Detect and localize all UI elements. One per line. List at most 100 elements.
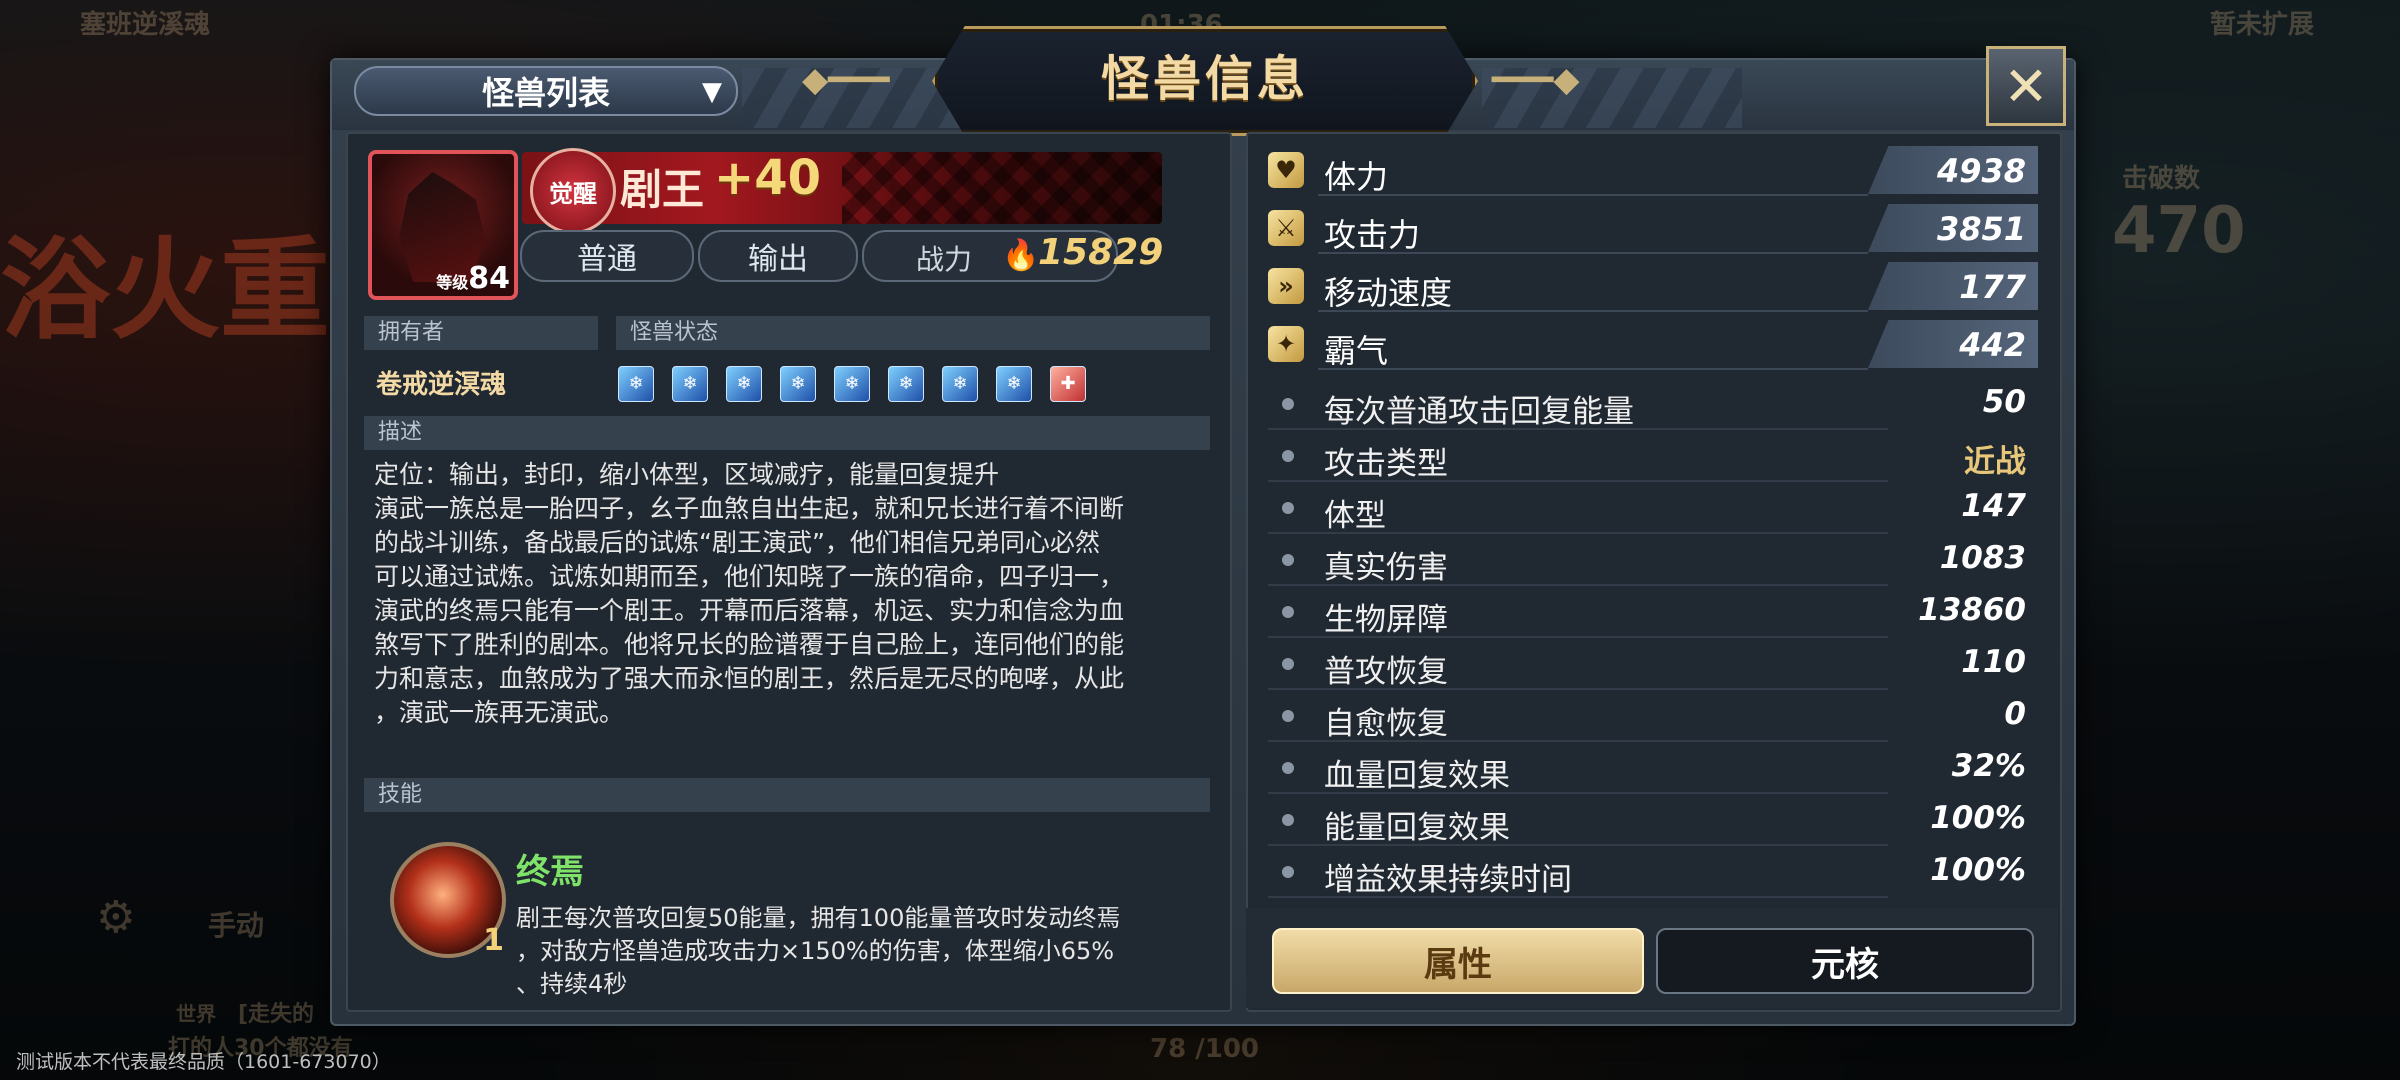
stat-value: 442 <box>1959 326 2026 364</box>
stat-value: 177 <box>1959 268 2026 306</box>
fire-icon: 🔥 <box>1002 238 1040 273</box>
owner-name: 卷戒逆溟魂 <box>376 370 507 400</box>
stats-panel[interactable]: ♥ 体力 4938 ⚔ 攻击力 3851 » 移动速度 177 ✦ 霸气 442 <box>1246 132 2062 1012</box>
status-icon-row: ❄ ❄ ❄ ❄ ❄ ❄ ❄ ❄ ✚ <box>618 366 1086 402</box>
stat-row: 能量回复效果 100% <box>1268 794 2038 846</box>
monster-plus-level: +40 <box>714 150 822 206</box>
bg-kill-value: 470 <box>2112 194 2246 268</box>
stat-value: 3851 <box>1936 210 2026 248</box>
bg-manual-label: 手动 <box>208 909 265 942</box>
claw-icon: ✦ <box>1268 326 1304 362</box>
frost-icon[interactable]: ❄ <box>834 366 870 402</box>
tab-core[interactable]: 元核 <box>1656 928 2034 994</box>
stat-divider <box>1318 310 1868 312</box>
monster-name: 剧王 <box>620 165 705 214</box>
stat-hp: ♥ 体力 4938 <box>1268 146 2038 196</box>
wing-ornament-left: ◆━━━ <box>802 60 890 100</box>
bg-chat-line1: [走失的 <box>238 1002 315 1027</box>
awaken-badge: 觉醒 <box>530 148 616 234</box>
frost-icon[interactable]: ❄ <box>726 366 762 402</box>
stat-divider <box>1318 194 1868 196</box>
stat-value: 13860 <box>1918 592 2026 628</box>
stat-value: 1083 <box>1939 540 2026 576</box>
monster-portrait[interactable]: 等级84 <box>368 150 518 300</box>
awaken-banner <box>522 152 1162 224</box>
power-label: 战力 <box>916 243 973 276</box>
bg-left-banner: 浴火重 <box>0 226 330 354</box>
monster-list-dropdown[interactable]: 怪兽列表 ▼ <box>354 66 738 116</box>
stat-value: 100% <box>1930 800 2026 836</box>
sword-icon: ⚔ <box>1268 210 1304 246</box>
bg-chat-tag: 世界 <box>176 1002 216 1026</box>
stat-label: 体力 <box>1324 158 1389 196</box>
stat-row: 体型 147 <box>1268 482 2038 534</box>
heart-icon: ♥ <box>1268 152 1304 188</box>
frost-icon[interactable]: ❄ <box>888 366 924 402</box>
description-section-header: 描述 <box>364 416 1210 450</box>
stat-label: 增益效果持续时间 <box>1324 862 1572 898</box>
skill-section-header: 技能 <box>364 778 1210 812</box>
power-value: 15829 <box>1038 232 1164 273</box>
stat-value: 近战 <box>1964 444 2026 480</box>
bullet-dot <box>1282 814 1294 826</box>
stat-label: 自愈恢复 <box>1324 706 1448 742</box>
monster-info-modal: ◆━━━ ━━━◆ 怪兽信息 怪兽列表 ▼ ✕ 等级84 觉醒 剧王 +40 普… <box>330 26 2076 1026</box>
bullet-dot <box>1282 866 1294 878</box>
stat-row: 真实伤害 1083 <box>1268 534 2038 586</box>
frost-icon[interactable]: ❄ <box>942 366 978 402</box>
desc-line: 演武一族总是一胎四子，幺子血煞自出生起，就和兄长进行着不间断 <box>374 494 1125 523</box>
stat-label: 能量回复效果 <box>1324 810 1510 846</box>
stat-move-speed: » 移动速度 177 <box>1268 262 2038 312</box>
bg-top-right-label: 暂未扩展 <box>2210 10 2315 40</box>
role-tag: 输出 <box>698 230 858 282</box>
desc-line: 演武的终焉只能有一个剧王。开幕而后落幕，机运、实力和信念为血 <box>374 596 1125 625</box>
stat-value: 32% <box>1951 748 2026 784</box>
monster-detail-panel: 等级84 觉醒 剧王 +40 普通 输出 战力 🔥 15829 拥有者 怪兽状态… <box>346 132 1232 1012</box>
stat-row: 自愈恢复 0 <box>1268 690 2038 742</box>
bg-kill-label: 击破数 <box>2122 164 2201 194</box>
level-value: 84 <box>468 261 510 296</box>
close-button[interactable]: ✕ <box>1986 46 2066 126</box>
description-text: 定位：输出，封印，缩小体型，区域减疗，能量回复提升 演武一族总是一胎四子，幺子血… <box>374 458 1194 730</box>
frost-icon[interactable]: ❄ <box>672 366 708 402</box>
stat-dominance: ✦ 霸气 442 <box>1268 320 2038 370</box>
role-line: 定位：输出，封印，缩小体型，区域减疗，能量回复提升 <box>374 460 1000 489</box>
frost-icon[interactable]: ❄ <box>780 366 816 402</box>
stat-value: 147 <box>1961 488 2026 524</box>
speed-icon: » <box>1268 268 1304 304</box>
stat-row: 增益效果持续时间 100% <box>1268 846 2038 898</box>
skill-name: 终焉 <box>516 852 584 892</box>
build-watermark: 测试版本不代表最终品质（1601-673070） <box>16 1051 391 1073</box>
bg-setting-icon: ⚙ <box>96 892 136 943</box>
frost-icon[interactable]: ❄ <box>618 366 654 402</box>
frost-icon[interactable]: ❄ <box>996 366 1032 402</box>
stat-row: 生物屏障 13860 <box>1268 586 2038 638</box>
heal-icon[interactable]: ✚ <box>1050 366 1086 402</box>
tab-bar: 属性 元核 <box>1246 908 2058 1008</box>
bullet-dot <box>1282 762 1294 774</box>
bullet-dot <box>1282 450 1294 462</box>
skill-desc-line: ，对敌方怪兽造成攻击力×150%的伤害，体型缩小65% <box>516 937 1115 965</box>
bg-counter: 78 /100 <box>1150 1034 1260 1064</box>
stat-value: 0 <box>2004 696 2026 732</box>
stat-attack: ⚔ 攻击力 3851 <box>1268 204 2038 254</box>
skill-desc-line: 剧王每次普攻回复50能量，拥有100能量普攻时发动终焉 <box>516 904 1121 932</box>
monster-level: 等级84 <box>436 261 510 296</box>
stat-row: 每次普通攻击回复能量 50 <box>1268 378 2038 430</box>
stat-value: 50 <box>1982 384 2026 420</box>
skill-desc-line: 、持续4秒 <box>516 970 628 998</box>
stat-label: 血量回复效果 <box>1324 758 1510 794</box>
stat-label: 攻击力 <box>1324 216 1421 254</box>
stat-row: 攻击类型 近战 <box>1268 430 2038 482</box>
bullet-dot <box>1282 398 1294 410</box>
stat-label: 真实伤害 <box>1324 550 1448 586</box>
stat-divider <box>1318 368 1868 370</box>
stat-value: 4938 <box>1936 152 2026 190</box>
awaken-banner-pattern <box>842 152 1162 224</box>
bg-top-left-label: 塞班逆溪魂 <box>80 10 211 40</box>
bullet-dot <box>1282 658 1294 670</box>
desc-line: 煞写下了胜利的剧本。他将兄长的脸谱覆于自己脸上，连同他们的能 <box>374 630 1125 659</box>
tab-attributes[interactable]: 属性 <box>1272 928 1644 994</box>
wing-ornament-right: ━━━◆ <box>1492 60 1580 100</box>
skill-icon[interactable]: 1 <box>390 842 506 958</box>
